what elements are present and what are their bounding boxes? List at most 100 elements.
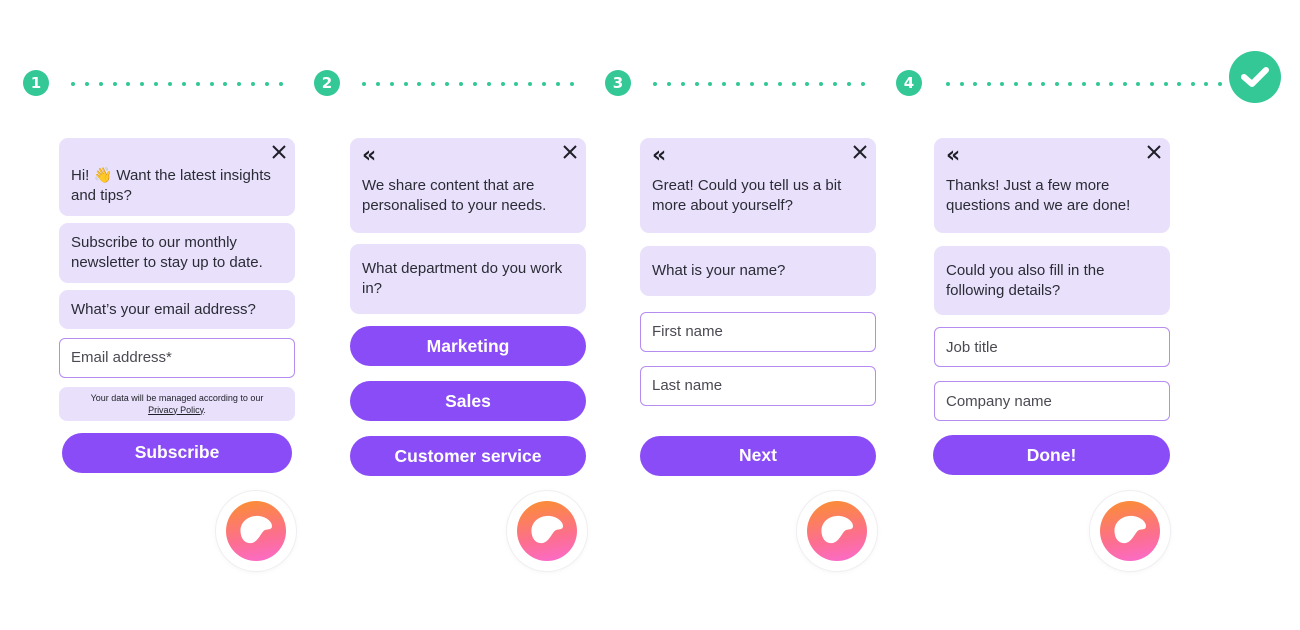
message-bubble: What’s your email address? — [59, 290, 295, 329]
back-icon[interactable]: « — [946, 145, 960, 167]
connector-dot — [1109, 82, 1114, 86]
message-bubble: Could you also fill in the following det… — [934, 246, 1170, 315]
job-title-placeholder: Job title — [946, 338, 998, 356]
close-icon[interactable] — [271, 144, 287, 160]
connector-dot — [708, 82, 713, 86]
privacy-notice: Your data will be managed according to o… — [59, 386, 295, 421]
connector-dot — [1081, 82, 1086, 86]
connector-dot — [126, 82, 131, 86]
first-name-field[interactable]: First name — [640, 311, 876, 352]
greeting-bubble: Hi! 👋 Want the latest insights and tips? — [59, 138, 295, 216]
connector-dot — [556, 82, 561, 86]
close-icon[interactable] — [1146, 144, 1162, 160]
greeting-bubble: « Great! Could you tell us a bit more ab… — [640, 138, 876, 233]
company-name-field[interactable]: Company name — [934, 381, 1170, 421]
connector-dot — [375, 82, 380, 86]
connector-dot — [959, 82, 964, 86]
chat-launcher[interactable] — [507, 491, 587, 571]
chat-panel-step-4: « Thanks! Just a few more questions and … — [933, 138, 1170, 475]
connector-dot — [514, 82, 519, 86]
option-marketing-button[interactable]: Marketing — [350, 326, 586, 366]
brand-logo-icon — [517, 501, 577, 561]
connector-dot — [362, 82, 366, 86]
check-icon — [1241, 67, 1269, 87]
connector-dot — [445, 82, 450, 86]
company-name-placeholder: Company name — [946, 392, 1052, 410]
logo-glyph-icon — [1114, 515, 1146, 544]
option-customer-service-button[interactable]: Customer service — [350, 436, 586, 476]
connector-dot — [209, 82, 214, 86]
job-title-field[interactable]: Job title — [934, 327, 1170, 367]
next-button[interactable]: Next — [640, 435, 876, 476]
connector-dot — [71, 82, 75, 86]
step-badge-1: 1 — [23, 70, 49, 96]
step-badge-2: 2 — [314, 70, 340, 96]
connector-dot — [1068, 82, 1073, 86]
message-text: What department do you work in? — [362, 260, 563, 297]
connector-dot — [763, 82, 768, 86]
last-name-placeholder: Last name — [652, 377, 723, 394]
connector-dot — [805, 82, 810, 86]
connector-dot — [278, 82, 283, 86]
connector-dot — [1013, 82, 1018, 86]
connector-dot — [528, 82, 533, 86]
back-icon[interactable]: « — [362, 145, 376, 167]
connector-dot — [403, 82, 408, 86]
connector-dot — [1149, 82, 1154, 86]
connector-dot — [694, 82, 699, 86]
connector-dot — [181, 82, 186, 86]
logo-glyph-icon — [821, 515, 853, 544]
message-bubble: Subscribe to our monthly newsletter to s… — [59, 223, 295, 283]
connector-dot — [847, 82, 852, 86]
connector-dot — [1204, 82, 1209, 86]
close-icon[interactable] — [562, 144, 578, 160]
chat-launcher[interactable] — [1090, 491, 1170, 571]
step-connector-dots — [362, 82, 574, 86]
connector-dot — [84, 82, 89, 86]
close-icon[interactable] — [852, 144, 868, 160]
greeting-text: Thanks! Just a few more questions and we… — [946, 177, 1131, 214]
brand-logo-icon — [807, 501, 867, 561]
connector-dot — [486, 82, 491, 86]
connector-dot — [195, 82, 200, 86]
connector-dot — [680, 82, 685, 86]
privacy-period: . — [203, 404, 206, 415]
chat-launcher[interactable] — [797, 491, 877, 571]
connector-dot — [1136, 82, 1141, 86]
back-icon[interactable]: « — [652, 145, 666, 167]
connector-dot — [569, 82, 574, 86]
connector-dot — [722, 82, 727, 86]
privacy-notice-text: Your data will be managed according to o… — [90, 392, 264, 403]
connector-dot — [1000, 82, 1005, 86]
connector-dot — [653, 82, 657, 86]
email-field[interactable]: Email address* — [59, 337, 295, 378]
logo-glyph-icon — [240, 515, 272, 544]
email-placeholder: Email address* — [71, 349, 172, 366]
connector-dot — [389, 82, 394, 86]
done-button[interactable]: Done! — [933, 435, 1170, 475]
connector-dot — [1217, 82, 1222, 86]
connector-dot — [1163, 82, 1168, 86]
connector-dot — [1122, 82, 1127, 86]
privacy-policy-link[interactable]: Privacy Policy — [148, 405, 203, 415]
connector-dot — [1027, 82, 1032, 86]
last-name-field[interactable]: Last name — [640, 365, 876, 406]
connector-dot — [1041, 82, 1046, 86]
message-text: What’s your email address? — [71, 301, 256, 318]
option-sales-button[interactable]: Sales — [350, 381, 586, 421]
chat-launcher[interactable] — [216, 491, 296, 571]
connector-dot — [986, 82, 991, 86]
chat-panel-step-3: « Great! Could you tell us a bit more ab… — [640, 138, 876, 476]
step-badge-3: 3 — [605, 70, 631, 96]
step-connector-dots — [71, 82, 283, 86]
message-text: What is your name? — [652, 262, 786, 279]
greeting-bubble: « We share content that are personalised… — [350, 138, 586, 233]
subscribe-button[interactable]: Subscribe — [62, 432, 292, 473]
connector-dot — [140, 82, 145, 86]
connector-dot — [112, 82, 117, 86]
greeting-text: We share content that are personalised t… — [362, 177, 547, 214]
connector-dot — [833, 82, 838, 86]
complete-badge — [1229, 51, 1281, 103]
step-connector-dots — [946, 82, 1222, 86]
connector-dot — [1177, 82, 1182, 86]
